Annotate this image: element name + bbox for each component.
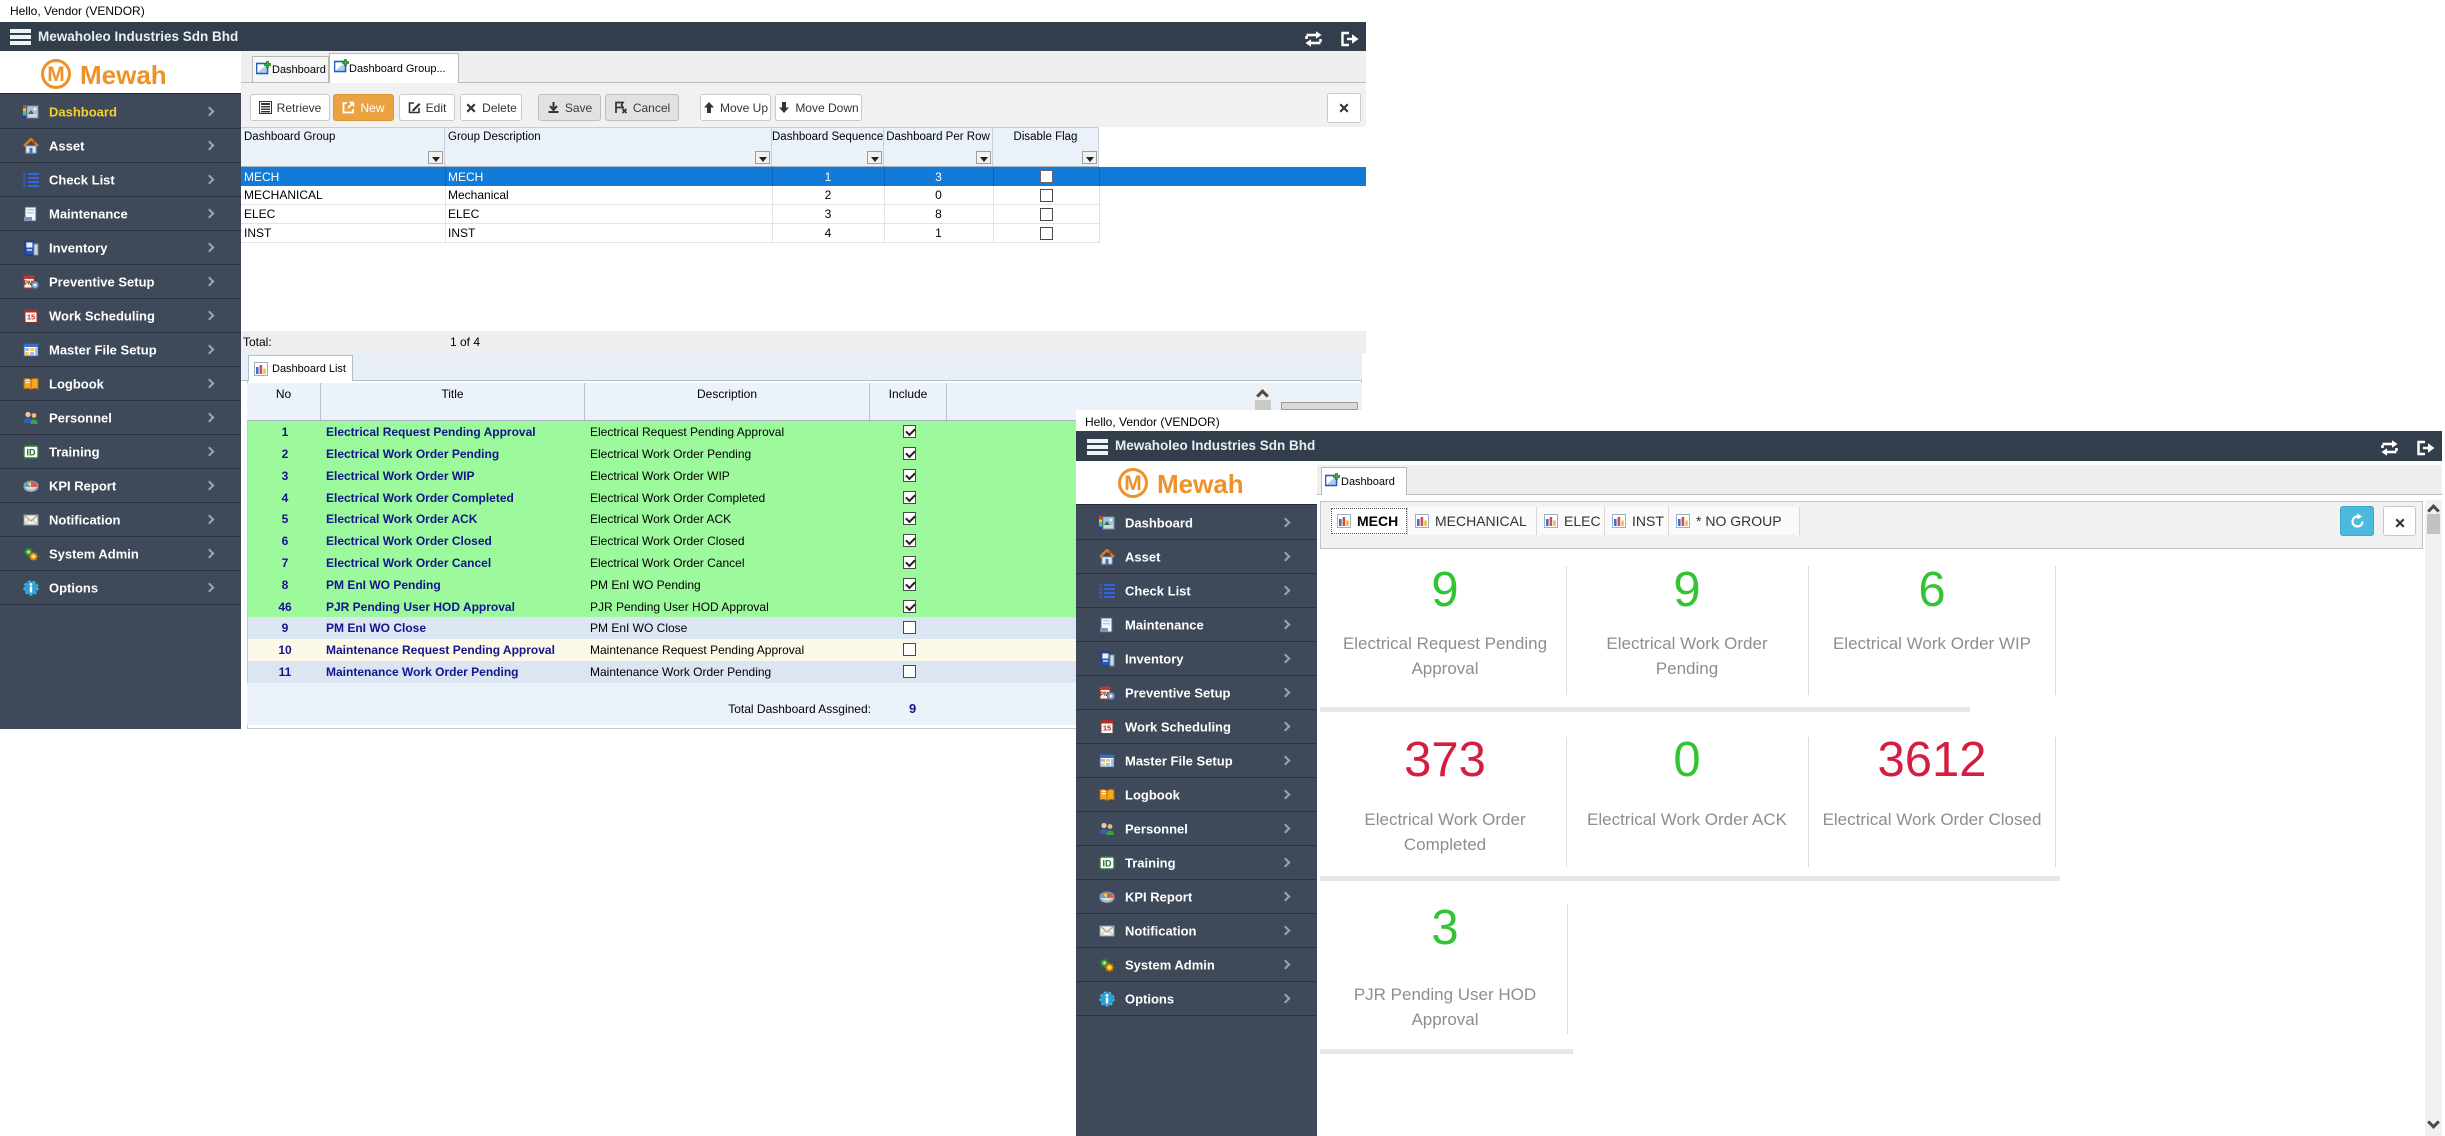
svg-text:15: 15 [27,313,35,322]
svg-text:ID: ID [27,448,37,458]
svg-text:ID: ID [1103,859,1113,869]
svg-text:15: 15 [1103,724,1111,733]
